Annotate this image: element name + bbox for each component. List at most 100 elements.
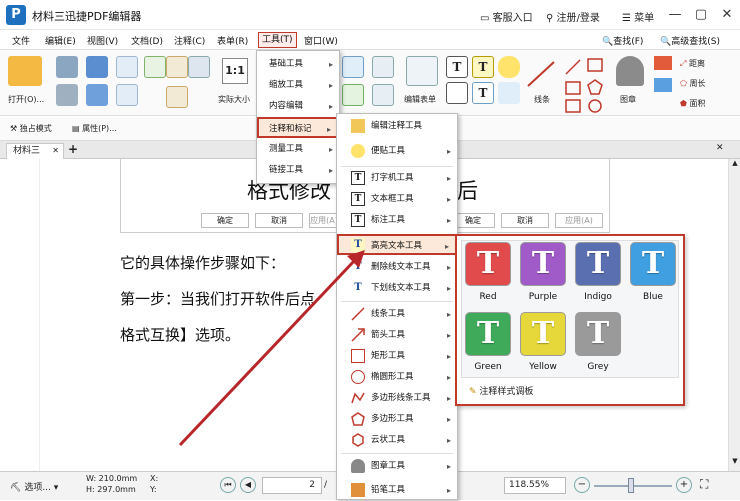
note-icon[interactable] bbox=[498, 56, 520, 78]
line-label[interactable]: 线条 bbox=[534, 94, 550, 105]
save-icon[interactable] bbox=[56, 56, 78, 78]
open-label[interactable]: 打开(O)... bbox=[8, 94, 44, 105]
submenu-typewriter[interactable]: T 打字机工具 ▸ bbox=[337, 168, 457, 189]
tools-menu-item-link[interactable]: 链接工具 ▸ bbox=[257, 160, 339, 181]
hand-icon[interactable] bbox=[166, 56, 188, 78]
scroll-up-icon[interactable]: ▲ bbox=[730, 159, 740, 171]
submenu-edit-annotation[interactable]: 编辑注释工具 bbox=[337, 116, 457, 137]
select-mode-button[interactable]: ⛏ 选项... ▾ bbox=[10, 480, 58, 493]
submenu-underline[interactable]: T 下划线文本工具 ▸ bbox=[337, 278, 457, 299]
actual-size-icon[interactable]: 1:1 bbox=[222, 58, 248, 84]
menu-document[interactable]: 文档(D) bbox=[131, 34, 163, 47]
textbox-icon[interactable] bbox=[446, 82, 468, 104]
highlight-color-blue[interactable]: T bbox=[630, 242, 676, 286]
camera-icon[interactable] bbox=[188, 56, 210, 78]
zoom-in-status-icon[interactable]: + bbox=[676, 477, 692, 493]
menu-view[interactable]: 视图(V) bbox=[87, 34, 118, 47]
menu-file[interactable]: 文件 bbox=[12, 34, 30, 47]
menu-tools[interactable]: 工具(T) bbox=[258, 32, 297, 48]
cloud-icon[interactable] bbox=[86, 56, 108, 78]
page-icon[interactable] bbox=[372, 84, 394, 106]
eraser-icon[interactable] bbox=[654, 78, 672, 92]
highlight-color-green[interactable]: T bbox=[465, 312, 511, 356]
zoom-slider-thumb[interactable] bbox=[628, 478, 634, 493]
edit-form-label[interactable]: 编辑表单 bbox=[404, 94, 436, 105]
sound-icon[interactable] bbox=[498, 82, 520, 104]
grid-icon[interactable] bbox=[372, 56, 394, 78]
rotate-icon[interactable] bbox=[342, 84, 364, 106]
highlight-icon[interactable]: T bbox=[472, 56, 494, 78]
exclusive-mode-button[interactable]: ⚒ 独占模式 bbox=[10, 123, 52, 134]
stamp-label[interactable]: 图章 bbox=[620, 94, 636, 105]
login-link[interactable]: ⚲ 注册/登录 bbox=[546, 9, 600, 24]
find-button[interactable]: 🔍查找(F) bbox=[602, 34, 643, 47]
select-icon[interactable] bbox=[166, 86, 188, 108]
submenu-callout[interactable]: T 标注工具 ▸ bbox=[337, 210, 457, 231]
line-tool-icon[interactable] bbox=[524, 58, 558, 90]
submenu-pencil[interactable]: 铅笔工具 ▸ bbox=[337, 480, 457, 501]
actual-size-label[interactable]: 实际大小 bbox=[218, 94, 250, 105]
submenu-cloud[interactable]: 云状工具 ▸ bbox=[337, 430, 457, 451]
maximize-button[interactable]: ▢ bbox=[690, 5, 712, 25]
distance-tool[interactable]: ⤢ 距离 bbox=[680, 58, 705, 69]
tools-menu-item-measure[interactable]: 测量工具 ▸ bbox=[257, 139, 339, 160]
tab-document[interactable]: 材料三 ✕ bbox=[6, 143, 64, 159]
fit-page-icon[interactable]: ⛶ bbox=[700, 477, 708, 492]
tools-menu-item-annotations[interactable]: 注释和标记 ▸ bbox=[257, 117, 339, 138]
shape-tools-icon[interactable] bbox=[562, 56, 612, 114]
perimeter-tool[interactable]: ⬠ 周长 bbox=[680, 78, 706, 89]
first-page-icon[interactable]: ⏮ bbox=[220, 477, 236, 493]
tools-menu-item-basic[interactable]: 基础工具 ▸ bbox=[257, 54, 339, 75]
highlight-color-indigo[interactable]: T bbox=[575, 242, 621, 286]
new-tab-button[interactable]: + bbox=[68, 142, 78, 156]
pencil-icon[interactable] bbox=[654, 56, 672, 70]
zoom-in-icon[interactable] bbox=[342, 56, 364, 78]
tools-menu-item-content-edit[interactable]: 内容编辑 ▸ bbox=[257, 96, 339, 117]
submenu-ellipse[interactable]: 椭圆形工具 ▸ bbox=[337, 367, 457, 388]
typewriter-icon[interactable]: T bbox=[446, 56, 468, 78]
stamp-icon[interactable] bbox=[616, 56, 644, 86]
submenu-stamp[interactable]: 图章工具 ▸ bbox=[337, 456, 457, 477]
email-icon[interactable] bbox=[86, 84, 108, 106]
edit-form-icon[interactable] bbox=[406, 56, 438, 86]
print-icon[interactable] bbox=[56, 84, 78, 106]
zoom-select[interactable]: 118.55% bbox=[504, 477, 566, 494]
annotation-style-palette-link[interactable]: ✎ 注释样式调板 bbox=[461, 382, 679, 402]
tools-menu-item-zoom[interactable]: 缩放工具 ▸ bbox=[257, 75, 339, 96]
redo-icon[interactable] bbox=[116, 84, 138, 106]
tab-close-icon[interactable]: ✕ bbox=[52, 144, 59, 158]
menu-edit[interactable]: 编辑(E) bbox=[45, 34, 76, 47]
menu-window[interactable]: 窗口(W) bbox=[304, 34, 338, 47]
vertical-scrollbar[interactable]: ▲ ▼ bbox=[728, 159, 740, 471]
submenu-sticky-note[interactable]: 便贴工具 ▸ bbox=[337, 141, 457, 162]
scroll-down-icon[interactable]: ▼ bbox=[730, 457, 740, 469]
back-icon[interactable] bbox=[144, 56, 166, 78]
submenu-polyline[interactable]: 多边形线条工具 ▸ bbox=[337, 388, 457, 409]
undo-icon[interactable] bbox=[116, 56, 138, 78]
tabs-close-icon[interactable]: ✕ bbox=[716, 143, 724, 153]
highlight-color-red[interactable]: T bbox=[465, 242, 511, 286]
highlight-color-grey[interactable]: T bbox=[575, 312, 621, 356]
support-link[interactable]: ▭ 客服入口 bbox=[480, 9, 533, 24]
submenu-textbox[interactable]: T 文本框工具 ▸ bbox=[337, 189, 457, 210]
highlight-color-yellow[interactable]: T bbox=[520, 312, 566, 356]
close-button[interactable]: ✕ bbox=[716, 5, 738, 25]
submenu-polygon[interactable]: 多边形工具 ▸ bbox=[337, 409, 457, 430]
page-number-input[interactable]: 2 bbox=[262, 477, 322, 494]
submenu-highlight-text[interactable]: T 高亮文本工具 ▸ bbox=[337, 234, 457, 255]
area-tool[interactable]: ⬟ 面积 bbox=[680, 98, 706, 109]
menu-comment[interactable]: 注释(C) bbox=[174, 34, 205, 47]
submenu-strikeout[interactable]: T 删除线文本工具 ▸ bbox=[337, 257, 457, 278]
prev-page-icon[interactable]: ◀ bbox=[240, 477, 256, 493]
properties-button[interactable]: ▤ 属性(P)... bbox=[72, 123, 117, 134]
strikeout-icon[interactable]: T bbox=[472, 82, 494, 104]
submenu-rectangle[interactable]: 矩形工具 ▸ bbox=[337, 346, 457, 367]
main-menu-button[interactable]: ☰ 菜单 bbox=[622, 9, 654, 24]
submenu-arrow[interactable]: 箭头工具 ▸ bbox=[337, 325, 457, 346]
highlight-color-purple[interactable]: T bbox=[520, 242, 566, 286]
open-folder-icon[interactable] bbox=[8, 56, 42, 86]
submenu-line[interactable]: 线条工具 ▸ bbox=[337, 304, 457, 325]
menu-form[interactable]: 表单(R) bbox=[217, 34, 248, 47]
minimize-button[interactable]: — bbox=[664, 5, 686, 25]
advanced-find-button[interactable]: 🔍高级查找(S) bbox=[660, 34, 720, 47]
